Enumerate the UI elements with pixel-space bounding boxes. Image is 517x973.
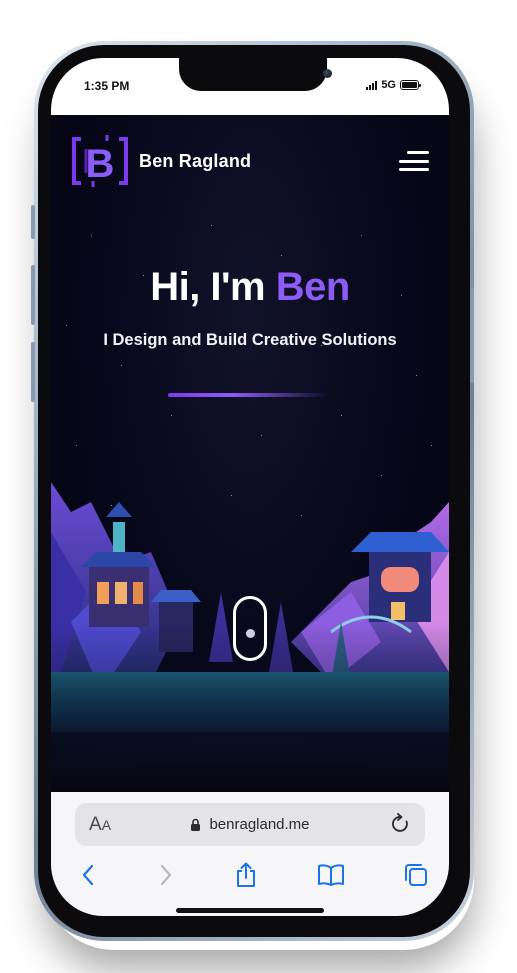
back-icon[interactable] xyxy=(73,860,103,890)
status-bar: 1:35 PM 5G xyxy=(51,58,449,115)
web-page: B Ben Ragland Hi, I'm Ben I Design and B… xyxy=(51,115,449,792)
volume-up-button xyxy=(31,265,35,325)
bookmarks-icon[interactable] xyxy=(316,860,346,890)
hero-name: Ben xyxy=(275,265,351,309)
tabs-icon[interactable] xyxy=(401,860,431,890)
reload-icon[interactable] xyxy=(391,813,411,835)
screen: 1:35 PM 5G B Ben Ragland Hi, I'm Ben I D… xyxy=(51,58,449,916)
url-display[interactable]: benragland.me xyxy=(75,816,425,833)
hero-subtitle: I Design and Build Creative Solutions xyxy=(103,331,397,349)
address-bar[interactable]: AA benragland.me xyxy=(75,803,425,846)
status-time: 1:35 PM xyxy=(84,79,130,93)
scroll-dot xyxy=(246,629,255,638)
mute-switch xyxy=(31,205,35,239)
signal-icon xyxy=(366,80,378,90)
forward-icon[interactable] xyxy=(151,860,181,890)
hero-prefix: Hi, I'm xyxy=(150,265,276,309)
menu-icon[interactable] xyxy=(399,151,429,171)
brand-name[interactable]: Ben Ragland xyxy=(139,151,251,172)
lock-icon xyxy=(191,818,201,831)
hero-divider xyxy=(168,393,328,397)
site-nav: B Ben Ragland xyxy=(71,135,429,187)
safari-bottom-bar: AA benragland.me xyxy=(51,792,449,916)
volume-down-button xyxy=(31,342,35,402)
logo-letter: B xyxy=(86,142,115,186)
share-icon[interactable] xyxy=(231,860,261,890)
home-indicator[interactable] xyxy=(176,908,324,913)
battery-icon xyxy=(400,80,421,90)
power-button xyxy=(470,288,474,383)
network-type: 5G xyxy=(381,79,396,91)
logo-mark-icon: B xyxy=(72,135,128,187)
safari-toolbar xyxy=(51,860,449,894)
hero-title: Hi, I'm Ben xyxy=(51,265,449,310)
status-indicators: 5G xyxy=(366,79,421,91)
url-text: benragland.me xyxy=(209,816,310,833)
scroll-down-indicator[interactable] xyxy=(233,596,267,661)
site-logo[interactable]: B xyxy=(71,135,129,187)
front-camera xyxy=(323,69,332,78)
notch xyxy=(179,58,332,91)
